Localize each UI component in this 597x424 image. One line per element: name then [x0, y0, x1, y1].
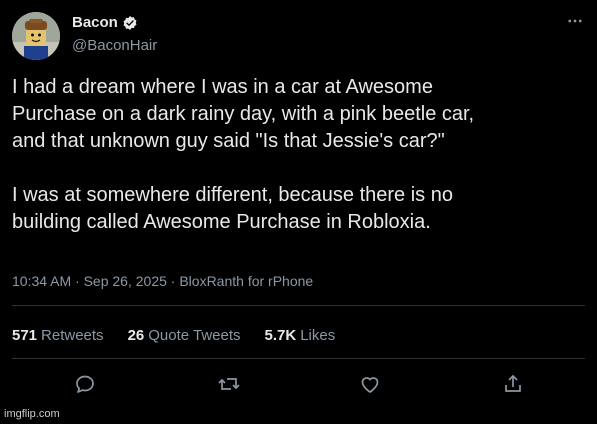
like-icon[interactable]	[358, 372, 382, 396]
verified-badge-icon	[123, 15, 137, 30]
author-handle[interactable]: @BaconHair	[72, 37, 157, 54]
engagement-stats: 571 Retweets 26 Quote Tweets 5.7K Likes	[12, 327, 335, 344]
retweet-icon[interactable]	[217, 372, 241, 396]
roblox-bacon-hair-avatar-icon	[12, 12, 60, 60]
stat-retweets[interactable]: 571 Retweets	[12, 327, 104, 344]
stat-count: 5.7K	[264, 327, 297, 344]
more-options-icon[interactable]	[566, 12, 584, 30]
author-name[interactable]: Bacon	[72, 14, 118, 31]
stat-label: Likes	[300, 327, 336, 344]
reply-icon[interactable]	[73, 372, 97, 396]
tweet-meta: 10:34 AM · Sep 26, 2025 · BloxRanth for …	[12, 273, 314, 289]
tweet-card: Bacon @BaconHair I had a dream where I w…	[0, 0, 597, 424]
stat-label: Retweets	[41, 327, 104, 344]
stat-label: Quote Tweets	[148, 327, 241, 344]
stat-count: 571	[12, 327, 38, 344]
stat-likes[interactable]: 5.7K Likes	[265, 327, 336, 344]
watermark: imgflip.com	[4, 408, 60, 420]
avatar[interactable]	[12, 12, 60, 60]
stat-quote-tweets[interactable]: 26 Quote Tweets	[128, 327, 241, 344]
divider	[12, 305, 585, 306]
stat-count: 26	[127, 327, 145, 344]
tweet-text: I had a dream where I was in a car at Aw…	[12, 76, 475, 233]
share-icon[interactable]	[501, 372, 525, 396]
action-bar	[0, 372, 597, 400]
divider	[12, 358, 585, 359]
author-name-row[interactable]: Bacon	[72, 14, 138, 31]
